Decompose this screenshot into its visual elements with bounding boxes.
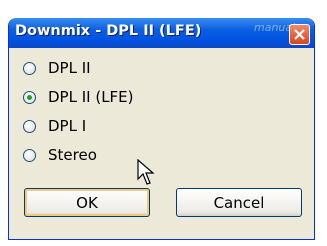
radio-dpl1[interactable]: DPL I [23, 117, 86, 135]
radio-dpl2-lfe[interactable]: DPL II (LFE) [23, 88, 134, 106]
radio-circle[interactable] [23, 148, 36, 162]
close-icon [294, 29, 305, 40]
radio-circle[interactable] [23, 90, 36, 104]
radio-label: DPL II [48, 59, 91, 77]
radio-stereo[interactable]: Stereo [23, 146, 97, 164]
radio-circle[interactable] [23, 61, 36, 75]
close-button[interactable] [289, 24, 310, 45]
cancel-button[interactable]: Cancel [176, 188, 302, 217]
radio-label: DPL I [48, 117, 87, 135]
title-bar[interactable]: Downmix - DPL II (LFE) manual [9, 18, 314, 48]
radio-circle[interactable] [23, 119, 36, 133]
radio-label: Stereo [48, 146, 97, 164]
radio-selected-dot [27, 94, 32, 100]
downmix-dialog: Downmix - DPL II (LFE) manual DPL II DPL… [8, 18, 315, 240]
window-title: Downmix - DPL II (LFE) [15, 23, 202, 39]
ok-button[interactable]: OK [24, 188, 150, 217]
mouse-cursor-icon [137, 159, 155, 185]
radio-dpl2[interactable]: DPL II [23, 59, 91, 77]
radio-label: DPL II (LFE) [48, 88, 134, 106]
dialog-body: DPL II DPL II (LFE) DPL I Stereo OK Canc… [9, 48, 314, 239]
